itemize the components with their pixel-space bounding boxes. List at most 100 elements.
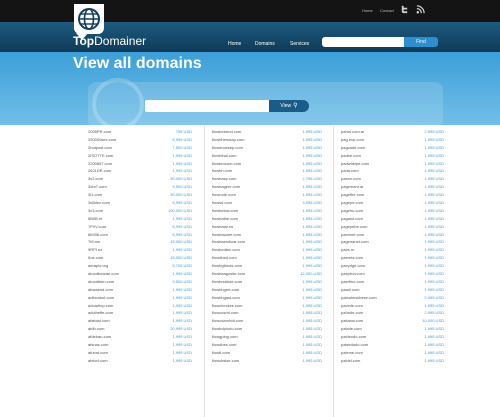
domain-name[interactable]: afxtcrt.com	[88, 357, 108, 365]
domain-row[interactable]: aboutbeaute.com 1,995 USD	[88, 270, 192, 278]
domain-name[interactable]: 5B0B.nr	[88, 215, 102, 223]
domain-row[interactable]: paerinet.com 1,995 USD	[341, 231, 444, 239]
domain-row[interactable]: flowft.com 1,995 USD	[212, 349, 322, 357]
header-search-input[interactable]	[322, 37, 404, 47]
domain-row[interactable]: 9RPI.nz 1,995 USD	[88, 246, 192, 254]
domain-row[interactable]: flowbetrend.com 1,995 USD	[212, 128, 322, 136]
domain-row[interactable]: 7M.nm 15,000 USD	[88, 238, 192, 246]
domain-name[interactable]: flowcheckes.com	[212, 302, 242, 310]
domain-row[interactable]: afdh.com 20,995 USD	[88, 325, 192, 333]
domain-row[interactable]: flowcbsise.com 1,995 USD	[212, 357, 322, 365]
domain-row[interactable]: paeon.com 1,995 USD	[341, 175, 444, 183]
top-link-contact[interactable]: Contact	[380, 8, 394, 13]
domain-name[interactable]: afdh.com	[88, 325, 104, 333]
domain-row[interactable]: aboutbien.com 9,500 USD	[88, 278, 192, 286]
domain-row[interactable]: afsnas.com 1,995 USD	[88, 341, 192, 349]
domain-row[interactable]: flowbaware.com 1,995 USD	[212, 231, 322, 239]
domain-row[interactable]: 3v2.com 30,000 USD	[88, 175, 192, 183]
domain-row[interactable]: 8IM36.com 5,995 USD	[88, 231, 192, 239]
domain-row[interactable]: flowsd.com 3,995 USD	[212, 199, 322, 207]
domain-name[interactable]: pagalot.com	[341, 215, 363, 223]
domain-name[interactable]: pagepe.com	[341, 199, 363, 207]
domain-name[interactable]: 3i1.com	[88, 191, 102, 199]
domain-name[interactable]: 9oe.com	[88, 254, 103, 262]
domain-row[interactable]: acfbonkot.com 1,995 USD	[88, 294, 192, 302]
domain-name[interactable]: pagcade.com	[341, 144, 365, 152]
domain-row[interactable]: padee.com 1,995 USD	[341, 152, 444, 160]
domain-row[interactable]: 3dm7.com 9,500 USD	[88, 183, 192, 191]
domain-row[interactable]: flowbathe.com 1,995 USD	[212, 215, 322, 223]
domain-name[interactable]: flowsd.com	[212, 199, 232, 207]
domain-row[interactable]: pagalot.com 1,995 USD	[341, 215, 444, 223]
domain-name[interactable]: pag.evp.com	[341, 136, 364, 144]
top-link-home[interactable]: Home	[362, 8, 373, 13]
domain-row[interactable]: flowfdhal.com 1,995 USD	[212, 152, 322, 160]
domain-name[interactable]: flowbathe.com	[212, 215, 238, 223]
domain-row[interactable]: paeydge.com 1,995 USD	[341, 262, 444, 270]
domain-row[interactable]: flowdbse.com 1,995 USD	[212, 341, 322, 349]
domain-name[interactable]: flowcusmt.com	[212, 309, 238, 317]
domain-name[interactable]: pada.com	[341, 167, 359, 175]
domain-name[interactable]: paerinet.com	[341, 231, 364, 239]
domain-name[interactable]: afunnt.com	[88, 349, 108, 357]
domain-name[interactable]: flowbhenotap.com	[212, 136, 244, 144]
domain-name[interactable]: 8IM36.com	[88, 231, 108, 239]
domain-row[interactable]: paerets.com 1,995 USD	[341, 254, 444, 262]
domain-name[interactable]: flowbasp.com	[212, 175, 236, 183]
domain-name[interactable]: palade.com	[341, 325, 362, 333]
domain-name[interactable]: flowbagere.com	[212, 183, 240, 191]
domain-row[interactable]: palade.com 1,995 USD	[341, 325, 444, 333]
domain-row[interactable]: flowbdphoto.com 1,995 USD	[212, 325, 322, 333]
domain-row[interactable]: padwhelpe.com 1,995 USD	[341, 160, 444, 168]
domain-name[interactable]: pagemaro.ar	[341, 183, 364, 191]
domain-row[interactable]: 250000sex.com 8,995 USD	[88, 136, 192, 144]
domain-name[interactable]: aboutbien.com	[88, 278, 114, 286]
domain-row[interactable]: paleaheskbese.com 2,995 USD	[341, 294, 444, 302]
domain-row[interactable]: paldel.com 1,995 USD	[341, 357, 444, 365]
domain-row[interactable]: 2hotpost.com 7,500 USD	[88, 144, 192, 152]
domain-name[interactable]: padwhelpe.com	[341, 160, 369, 168]
nav-home[interactable]: Home	[228, 41, 241, 47]
domain-name[interactable]: flowbrsahde.com	[212, 278, 242, 286]
domain-row[interactable]: flowbrsahde.com 1,995 USD	[212, 278, 322, 286]
domain-row[interactable]: 2200857.com 1,995 USD	[88, 160, 192, 168]
domain-row[interactable]: pagepebe.com 1,995 USD	[341, 223, 444, 231]
domain-row[interactable]: pag.evp.com 1,995 USD	[341, 136, 444, 144]
domain-name[interactable]: 7M.nm	[88, 238, 100, 246]
domain-row[interactable]: flowbh.com 1,995 USD	[212, 167, 322, 175]
domain-name[interactable]: flowbgtheds.com	[212, 262, 242, 270]
domain-name[interactable]: paeon.com	[341, 175, 361, 183]
domain-name[interactable]: afabusi.com	[88, 317, 110, 325]
domain-row[interactable]: adcadrop.com 1,995 USD	[88, 302, 192, 310]
domain-row[interactable]: pagehu.com 1,995 USD	[341, 207, 444, 215]
domain-row[interactable]: flowbaerolicar.com 1,995 USD	[212, 238, 322, 246]
domain-name[interactable]: 250000sex.com	[88, 136, 116, 144]
domain-row[interactable]: 5B0B.nr 1,995 USD	[88, 215, 192, 223]
domain-name[interactable]: adcadrop.com	[88, 302, 113, 310]
domain-name[interactable]: pagenanet.com	[341, 238, 369, 246]
nav-services[interactable]: Services	[290, 41, 309, 47]
domain-name[interactable]: paerets.com	[341, 254, 363, 262]
domain-name[interactable]: flowdbse.com	[212, 341, 236, 349]
domain-name[interactable]: 2621DR.com	[88, 167, 111, 175]
domain-name[interactable]: flowft.com	[212, 349, 230, 357]
domain-name[interactable]: flowcdarnhdt.com	[212, 317, 243, 325]
domain-name[interactable]: flowbhgast.com	[212, 294, 240, 302]
domain-name[interactable]: paadi.com	[341, 286, 359, 294]
domain-name[interactable]: paes.rn	[341, 246, 354, 254]
domain-row[interactable]: pagefhe.com 1,995 USD	[341, 191, 444, 199]
domain-row[interactable]: palsedudo.com 1,995 USD	[341, 341, 444, 349]
domain-row[interactable]: pagenanet.com 1,995 USD	[341, 238, 444, 246]
domain-row[interactable]: adulheffe.com 1,995 USD	[88, 309, 192, 317]
domain-name[interactable]: paros.com.ar	[341, 128, 364, 136]
domain-row[interactable]: 2621DR.com 1,995 USD	[88, 167, 192, 175]
domain-name[interactable]: aboutbeaute.com	[88, 270, 119, 278]
brand-name[interactable]: TopDomainer	[73, 34, 146, 48]
domain-row[interactable]: paldeodo.com 1,995 USD	[341, 333, 444, 341]
domain-row[interactable]: 9oe.com 15,000 USD	[88, 254, 192, 262]
domain-name[interactable]: 2200857.com	[88, 160, 112, 168]
domain-name[interactable]: 3d8dex.com	[88, 199, 110, 207]
domain-row[interactable]: afdelrau.com 1,995 USD	[88, 333, 192, 341]
domain-row[interactable]: flowbhenotap.com 1,995 USD	[212, 136, 322, 144]
domain-name[interactable]: paleaheskbese.com	[341, 294, 377, 302]
